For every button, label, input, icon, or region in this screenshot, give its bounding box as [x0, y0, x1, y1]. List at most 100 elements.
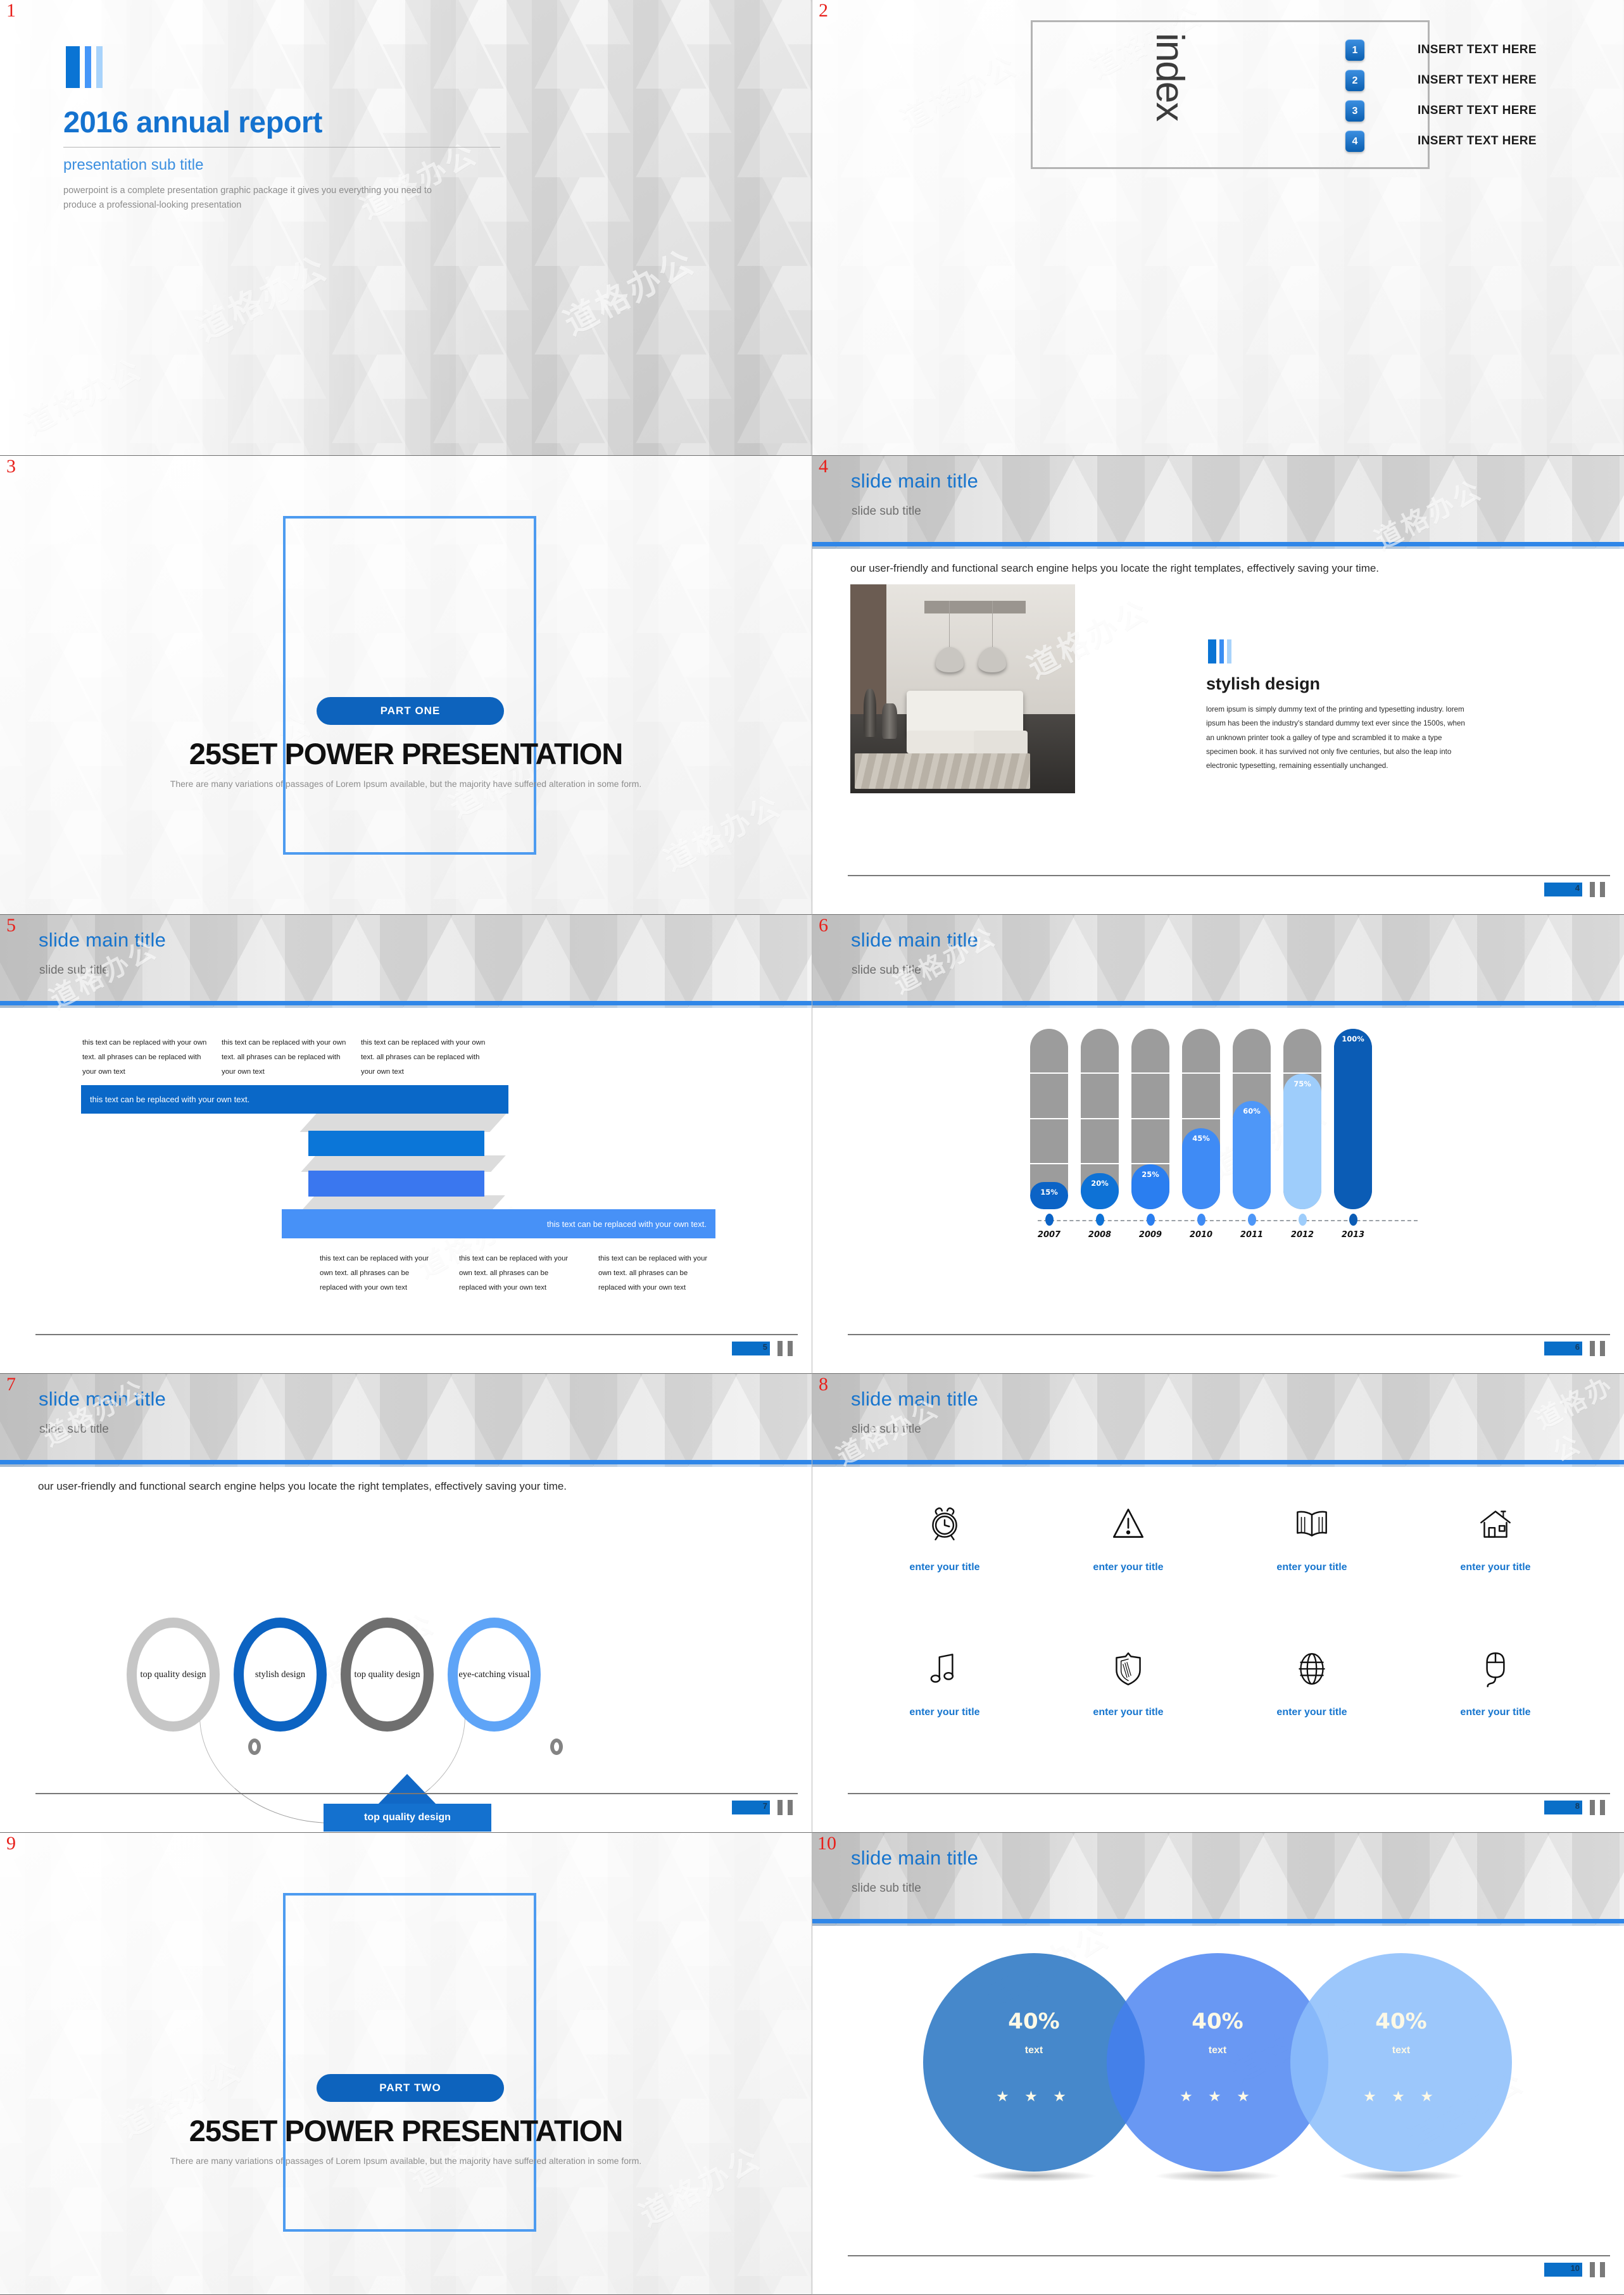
- list-item[interactable]: 4 INSERT TEXT HERE: [1345, 126, 1618, 156]
- index-badge-3: 3: [1345, 100, 1364, 122]
- slide-footer: 8: [848, 1793, 1611, 1821]
- process-bar-1[interactable]: this text can be replaced with your own …: [81, 1085, 508, 1114]
- list-item[interactable]: 3 INSERT TEXT HERE: [1345, 96, 1618, 126]
- ring-label: eye-catching visual: [458, 1669, 530, 1680]
- slide-9[interactable]: 道格办公 道格办公 道格办公 9 PART TWO 25SET POWER PR…: [0, 1833, 812, 2295]
- slide-2[interactable]: 道格办公 道格办公 2 index 1 INSERT TEXT HERE 2 I…: [812, 0, 1624, 456]
- slide-footer: 10: [848, 2255, 1611, 2283]
- slide-8[interactable]: 8 slide main title slide sub title 道格办公 …: [812, 1374, 1624, 1833]
- ring-item-2[interactable]: stylish design: [234, 1618, 327, 1732]
- connector-knob-left: [248, 1739, 261, 1755]
- list-item[interactable]: 1 INSERT TEXT HERE: [1345, 35, 1618, 65]
- index-heading: index: [1148, 33, 1192, 121]
- page-title: slide main title: [39, 1388, 167, 1410]
- slide-footer: 6: [848, 1334, 1611, 1362]
- timeline-dots: [1030, 1214, 1423, 1226]
- timeline-year: 2012: [1290, 1230, 1314, 1240]
- slide-7[interactable]: 7 slide main title slide sub title our u…: [0, 1374, 812, 1833]
- page-title: slide main title: [851, 1847, 979, 1869]
- icon-cell[interactable]: enter your title: [853, 1500, 1036, 1575]
- ring-item-3[interactable]: top quality design: [341, 1618, 434, 1732]
- bar-fill: 60%: [1233, 1101, 1271, 1209]
- icon-label: enter your title: [909, 1562, 980, 1573]
- geometric-background: [0, 0, 812, 455]
- slide-number: 6: [819, 915, 828, 936]
- chart-bar: 100%: [1334, 1029, 1372, 1209]
- part-title: 25SET POWER PRESENTATION: [189, 737, 624, 770]
- process-bar-4[interactable]: this text can be replaced with your own …: [282, 1209, 715, 1238]
- slide-deck: 道格办公 道格办公 道格办公 道格办公 1 2016 annual report…: [0, 0, 1624, 2295]
- chart-bar: 20%: [1081, 1029, 1119, 1209]
- page-number: 5: [762, 1342, 767, 1352]
- timeline-year: 2010: [1189, 1230, 1213, 1240]
- ring-item-1[interactable]: top quality design: [127, 1618, 220, 1732]
- icon-cell[interactable]: enter your title: [1220, 1500, 1404, 1575]
- timeline-dot: [1283, 1214, 1321, 1226]
- part-title: 25SET POWER PRESENTATION: [189, 2114, 624, 2147]
- header-rule: [812, 542, 1624, 546]
- timeline-dot: [1131, 1214, 1169, 1226]
- venn-circle-3[interactable]: 40% text ★ ★ ★: [1290, 1953, 1512, 2182]
- footer-line: [35, 1334, 798, 1335]
- icon-cell[interactable]: enter your title: [1220, 1645, 1404, 1720]
- venn-rating-stars: ★ ★ ★: [996, 2088, 1072, 2104]
- icon-cell[interactable]: enter your title: [1036, 1645, 1220, 1720]
- list-item[interactable]: 2 INSERT TEXT HERE: [1345, 65, 1618, 96]
- bar-value-label: 100%: [1342, 1034, 1364, 1043]
- timeline-year: 2013: [1341, 1230, 1365, 1240]
- text-block: this text can be replaced with your own …: [222, 1039, 346, 1076]
- slide-number: 2: [819, 0, 828, 21]
- footer-bar-2: [1600, 1341, 1605, 1356]
- bar-fill: 45%: [1182, 1128, 1220, 1209]
- slide-number: 9: [6, 1833, 16, 1854]
- bar-value-label: 15%: [1040, 1188, 1058, 1197]
- slide-number: 3: [6, 456, 16, 477]
- page-number: 8: [1575, 1801, 1580, 1811]
- icon-cell[interactable]: enter your title: [853, 1645, 1036, 1720]
- footer-line: [848, 1334, 1610, 1335]
- bar-value-label: 75%: [1294, 1079, 1311, 1089]
- bar-value-label: 60%: [1243, 1107, 1261, 1116]
- icon-cell[interactable]: enter your title: [1404, 1645, 1587, 1720]
- interior-photo: [850, 584, 1075, 793]
- venn-rating-stars: ★ ★ ★: [1180, 2088, 1256, 2104]
- page-subtitle: presentation sub title: [63, 156, 204, 173]
- icon-cell[interactable]: enter your title: [1404, 1500, 1587, 1575]
- footer-bar-1: [777, 1341, 783, 1356]
- process-bar-2[interactable]: [308, 1131, 484, 1156]
- index-badge-4: 4: [1345, 130, 1364, 152]
- timeline-dot: [1233, 1214, 1271, 1226]
- timeline-dot: [1030, 1214, 1068, 1226]
- slide-1[interactable]: 道格办公 道格办公 道格办公 道格办公 1 2016 annual report…: [0, 0, 812, 456]
- process-bar-3[interactable]: [308, 1171, 484, 1197]
- footer-bar-2: [1600, 1800, 1605, 1815]
- bar-label: this text can be replaced with your own …: [546, 1219, 707, 1229]
- part-subtitle: There are many variations of passages of…: [170, 2156, 642, 2166]
- part-subtitle: There are many variations of passages of…: [170, 779, 642, 789]
- ring-item-4[interactable]: eye-catching visual: [448, 1618, 541, 1732]
- icon-label: enter your title: [1093, 1562, 1164, 1573]
- slide-3[interactable]: 道格办公 道格办公 道格办公 3 PART ONE 25SET POWER PR…: [0, 456, 812, 915]
- shield-icon: [1105, 1645, 1152, 1692]
- bar-value-label: 45%: [1192, 1133, 1210, 1143]
- watermark: 道格办公: [558, 242, 702, 343]
- timeline-dot: [1334, 1214, 1372, 1226]
- house-icon: [1472, 1500, 1519, 1547]
- slide-4[interactable]: 4 slide main title slide sub title our u…: [812, 456, 1624, 915]
- slide-10[interactable]: 10 slide main title slide sub title 道格办公…: [812, 1833, 1624, 2295]
- page-subtitle: slide sub title: [852, 1423, 921, 1436]
- header-rule: [0, 1001, 812, 1005]
- timeline-year: 2009: [1138, 1230, 1162, 1240]
- slide-5[interactable]: 5 slide main title slide sub title 道格办公 …: [0, 915, 812, 1374]
- timeline-dot: [1081, 1214, 1119, 1226]
- slide-6[interactable]: 6 slide main title slide sub title 道格办公 …: [812, 915, 1624, 1374]
- footer-line: [35, 1793, 798, 1794]
- slide-number: 5: [6, 915, 16, 936]
- watermark: 道格办公: [658, 788, 787, 878]
- footer-bar-2: [788, 1800, 793, 1815]
- ring-group: top quality design stylish design top qu…: [127, 1618, 541, 1732]
- footer-bar-1: [777, 1800, 783, 1815]
- music-note-icon: [921, 1645, 968, 1692]
- title-divider: [63, 147, 500, 148]
- icon-cell[interactable]: enter your title: [1036, 1500, 1220, 1575]
